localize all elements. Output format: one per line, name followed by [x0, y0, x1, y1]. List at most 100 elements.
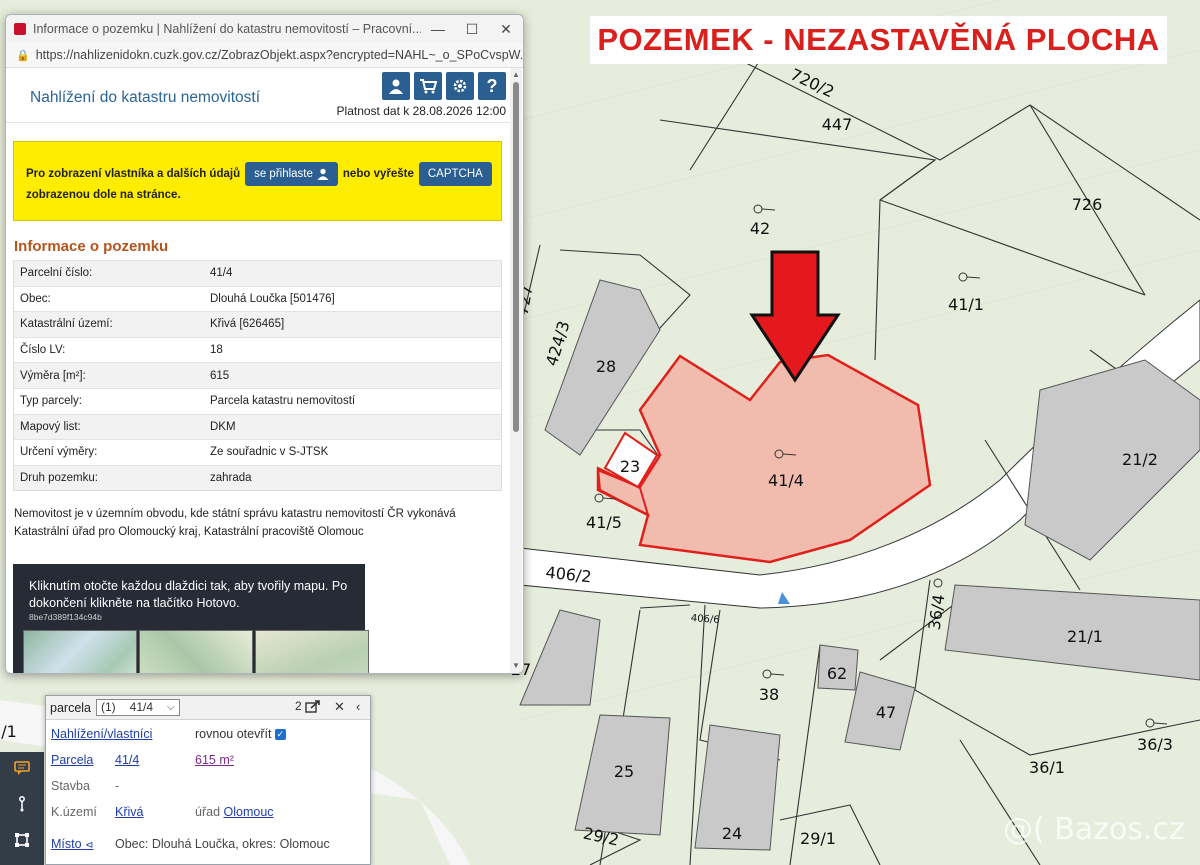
measure-icon[interactable] — [12, 796, 32, 816]
minimize-button[interactable]: — — [421, 21, 455, 37]
row-label: Číslo LV: — [13, 336, 204, 363]
row-label: Mapový list: — [13, 413, 204, 440]
table-row: Určení výměry: Ze souřadnic v S-JTSK — [13, 439, 502, 466]
scroll-thumb[interactable] — [513, 82, 519, 432]
app-header: Nahlížení do katastru nemovitostí ? Plat… — [6, 68, 510, 123]
scroll-down-icon[interactable]: ▼ — [511, 661, 521, 671]
ownership-link[interactable]: Nahlížení/vlastníci — [51, 727, 152, 741]
panel-header: parcela (1) 41/4 ⌵ 2 ✕ ‹ — [46, 696, 370, 720]
user-icon[interactable] — [382, 72, 410, 100]
map-label: 726 — [1072, 195, 1103, 214]
browser-popup-window: Informace o pozemku | Nahlížení do katas… — [5, 14, 524, 674]
map-label: 41/1 — [948, 295, 984, 314]
map-label: 36/3 — [1137, 735, 1173, 754]
scroll-up-icon[interactable]: ▲ — [511, 70, 521, 80]
map-label: 38 — [759, 685, 779, 704]
comment-icon[interactable] — [12, 760, 32, 780]
map-label: 23 — [620, 457, 640, 476]
section-title: Informace o pozemku — [14, 238, 169, 255]
captcha-tile[interactable] — [139, 630, 253, 673]
location-link[interactable]: Místo ⊲ — [51, 837, 93, 851]
table-row: Parcelní číslo: 41/4 — [13, 260, 502, 287]
open-direct-checkbox[interactable]: ✓ — [274, 729, 286, 741]
table-row: Číslo LV: 18 — [13, 336, 502, 363]
map-toolbar — [0, 752, 44, 865]
close-icon[interactable]: ✕ — [334, 699, 345, 715]
captcha-button[interactable]: CAPTCHA — [418, 162, 492, 186]
row-value: zahrada — [204, 464, 502, 491]
vertical-scrollbar[interactable]: ▲ ▼ — [510, 68, 522, 673]
map-label: /1 — [1, 722, 17, 741]
help-icon[interactable]: ? — [478, 72, 506, 100]
parcel-detail-panel: parcela (1) 41/4 ⌵ 2 ✕ ‹ Nahlížení/vlast… — [45, 695, 371, 865]
row-label: Určení výměry: — [13, 439, 204, 466]
close-window-button[interactable]: ✕ — [489, 21, 523, 38]
panel-count: 2 — [295, 699, 302, 713]
building-label: Stavba — [51, 779, 90, 793]
notice-text: Pro zobrazení vlastníka a dalších údajů — [26, 168, 241, 180]
table-row: Druh pozemku: zahrada — [13, 464, 502, 491]
captcha-tile[interactable] — [23, 630, 137, 673]
map-label: 41/5 — [586, 513, 622, 532]
map-label: 47 — [876, 703, 896, 722]
map-label: 28 — [596, 357, 616, 376]
row-value: 41/4 — [204, 260, 502, 287]
captcha-tile[interactable] — [255, 630, 369, 673]
notice-text: zobrazenou dole na stránce. — [26, 189, 181, 201]
row-value: 615 — [204, 362, 502, 389]
captcha-instructions: Kliknutím otočte každou dlaždici tak, ab… — [29, 579, 348, 610]
row-value: 18 — [204, 336, 502, 363]
chevron-down-icon: ⌵ — [167, 702, 175, 713]
locate-icon: ⊲ — [85, 840, 94, 851]
parcel-select[interactable]: (1) 41/4 ⌵ — [96, 699, 180, 716]
panel-row-parcel: Parcela — [51, 753, 93, 767]
map-label: 29/1 — [800, 829, 836, 848]
map-label: 24 — [722, 824, 742, 843]
lock-icon: 🔒 — [16, 49, 30, 62]
cadastral-area-label: K.území — [51, 805, 97, 819]
login-button-label: se přihlaste — [254, 168, 313, 180]
table-row: Katastrální území: Křivá [626465] — [13, 311, 502, 338]
app-title[interactable]: Nahlížení do katastru nemovitostí — [30, 89, 260, 107]
address-bar[interactable]: 🔒 https://nahlizenidokn.cuzk.gov.cz/Zobr… — [6, 43, 523, 68]
row-value: DKM — [204, 413, 502, 440]
panel-title: parcela — [50, 700, 91, 715]
open-direct-label: rovnou otevřít — [195, 727, 272, 741]
map-label: 36/1 — [1029, 758, 1065, 777]
watermark: @( Bazos.cz — [1003, 812, 1185, 847]
row-value: Parcela katastru nemovitostí — [204, 387, 502, 415]
parcel-info-table: Parcelní číslo: 41/4 Obec: Dlouhá Loučka [… — [13, 260, 502, 492]
gear-icon[interactable] — [446, 72, 474, 100]
table-row: Mapový list: DKM — [13, 413, 502, 440]
collapse-icon[interactable]: ‹ — [356, 699, 360, 714]
table-row: Obec: Dlouhá Loučka [501476] — [13, 285, 502, 312]
cadastral-area-link[interactable]: Křivá — [115, 805, 143, 819]
user-icon — [317, 168, 329, 180]
select-value: 41/4 — [129, 700, 154, 714]
table-row: Výměra [m²]: 615 — [13, 362, 502, 389]
row-value: Dlouhá Loučka [501476] — [204, 285, 502, 312]
row-value: Ze souřadnic v S-JTSK — [204, 439, 502, 466]
office-link[interactable]: Olomouc — [224, 805, 274, 819]
captcha-id: 8be7d389f134c94b — [29, 612, 102, 622]
building-value: - — [115, 779, 120, 793]
parcel-number-link[interactable]: 41/4 — [115, 753, 139, 767]
parcel-area-link[interactable]: 615 m² — [195, 753, 234, 767]
map-label: 41/4 — [768, 471, 804, 490]
panel-row-building: Stavba — [51, 779, 90, 793]
maximize-button[interactable]: ☐ — [455, 21, 489, 38]
export-icon[interactable] — [305, 699, 321, 716]
map-label: 447 — [822, 115, 853, 134]
area-select-icon[interactable] — [12, 832, 32, 852]
panel-row-location: Místo ⊲ — [51, 837, 93, 851]
cart-icon[interactable] — [414, 72, 442, 100]
login-button[interactable]: se přihlaste — [245, 162, 338, 186]
office-label: úřad — [195, 805, 221, 819]
open-direct-option[interactable]: rovnou otevřít ✓ — [195, 727, 286, 741]
row-label: Parcelní číslo: — [13, 260, 204, 287]
map-label: 406/6 — [690, 613, 720, 626]
url-text[interactable]: https://nahlizenidokn.cuzk.gov.cz/Zobraz… — [36, 48, 523, 62]
parcel-link[interactable]: Parcela — [51, 753, 93, 767]
row-label: Typ parcely: — [13, 387, 204, 415]
map-label: 25 — [614, 762, 634, 781]
